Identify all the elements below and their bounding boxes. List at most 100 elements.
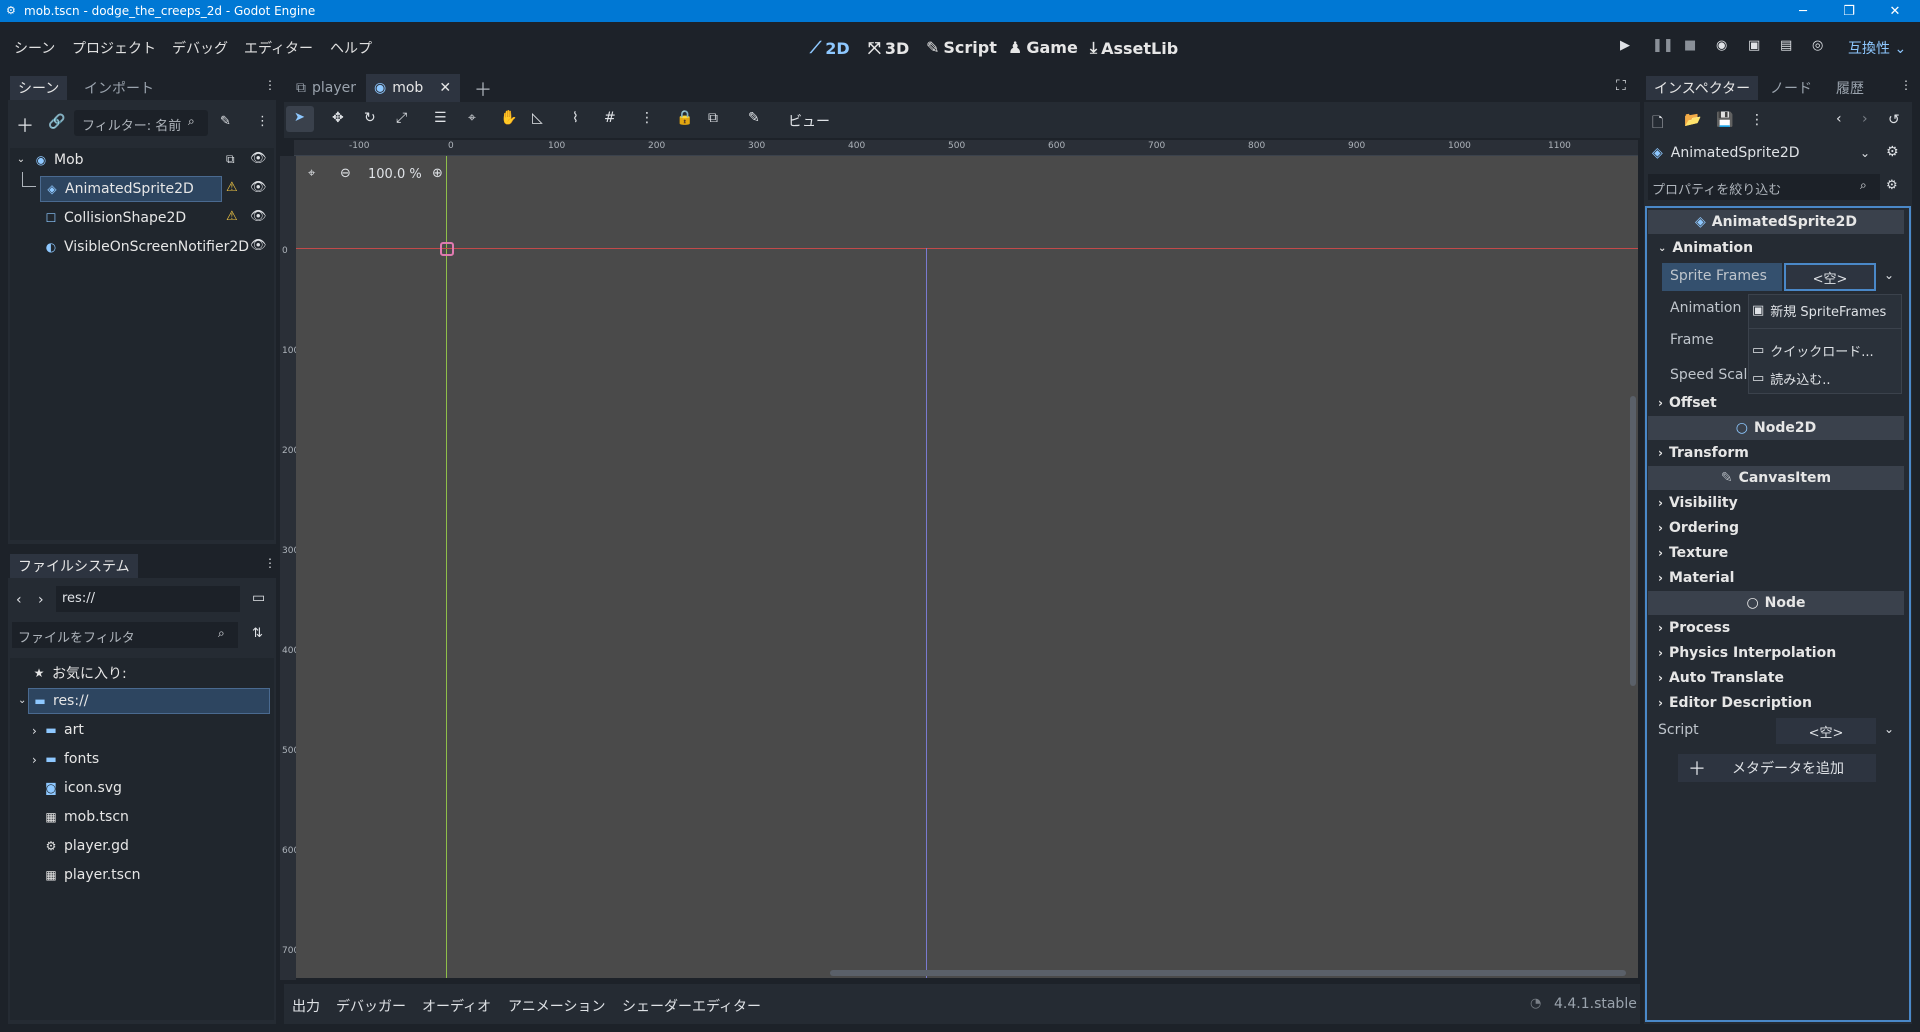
select-mode-button[interactable]: ➤	[286, 106, 314, 132]
split-view-icon[interactable]: ▭	[252, 590, 265, 606]
group-auto-translate[interactable]: › Auto Translate	[1648, 665, 1904, 691]
scale-icon[interactable]: ⤢	[396, 110, 407, 126]
forward-icon[interactable]: ›	[38, 592, 44, 608]
instance-scene-icon[interactable]: 🔗	[48, 114, 65, 130]
center-view-icon[interactable]: ⌖	[308, 166, 315, 181]
file-item-art[interactable]: ▬ art	[44, 717, 84, 743]
save-icon[interactable]: 💾	[1716, 112, 1733, 128]
warning-icon[interactable]: ⚠	[226, 180, 238, 195]
chevron-down-icon[interactable]: ⌄	[1884, 722, 1894, 736]
group-visibility[interactable]: › Visibility	[1648, 490, 1904, 516]
workspace-3d[interactable]: ⤧ 3D	[868, 38, 909, 58]
open-folder-icon[interactable]: 📂	[1684, 112, 1701, 128]
group-process[interactable]: › Process	[1648, 615, 1904, 641]
tree-node-collisionshape2d[interactable]: ☐ CollisionShape2D	[44, 205, 187, 231]
file-item-mob-tscn[interactable]: ▦ mob.tscn	[44, 804, 129, 830]
group-transform[interactable]: › Transform	[1648, 440, 1904, 466]
close-button[interactable]: ✕	[1872, 0, 1918, 22]
bottom-tab-animation[interactable]: アニメーション	[508, 996, 605, 1016]
close-tab-icon[interactable]: ✕	[439, 80, 451, 96]
chevron-down-icon[interactable]: ⌄	[14, 153, 28, 167]
dock-menu-icon[interactable]: ⋮	[264, 78, 276, 92]
script-field[interactable]: <空>	[1776, 718, 1876, 744]
history-icon[interactable]: ↺	[1888, 112, 1900, 128]
attach-script-icon[interactable]: ✎	[220, 114, 231, 129]
tab-history[interactable]: 履歴	[1836, 78, 1864, 98]
group-animation[interactable]: ⌄ Animation	[1648, 235, 1904, 261]
canvas-viewport[interactable]: ⌖ ⊖ 100.0 % ⊕	[296, 156, 1638, 978]
stop-icon[interactable]: ■	[1684, 38, 1696, 53]
bottom-tab-output[interactable]: 出力	[292, 996, 320, 1016]
tree-node-animatedsprite2d[interactable]: ◈ AnimatedSprite2D	[40, 176, 222, 202]
pivot-icon[interactable]: ⌖	[468, 110, 476, 126]
menu-help[interactable]: ヘルプ	[330, 38, 372, 58]
warning-icon[interactable]: ⚠	[226, 209, 238, 224]
grid-snap-icon[interactable]: #	[604, 110, 616, 126]
dock-menu-icon[interactable]: ⋮	[264, 556, 276, 570]
group-texture[interactable]: › Texture	[1648, 540, 1904, 566]
popup-quick-load[interactable]: ▭ クイックロード...	[1752, 338, 1900, 362]
zoom-out-icon[interactable]: ⊖	[340, 166, 351, 181]
new-resource-icon[interactable]: 🗋	[1652, 112, 1663, 136]
tab-filesystem[interactable]: ファイルシステム	[10, 554, 138, 578]
chevron-down-icon[interactable]: ⌄	[1884, 268, 1894, 282]
distraction-free-icon[interactable]: ⛶	[1616, 78, 1626, 94]
inspector-menu-icon[interactable]: ⋮	[1750, 112, 1764, 128]
popup-new-spriteframes[interactable]: ▣ 新規 SpriteFrames	[1752, 298, 1900, 322]
lock-icon[interactable]: 🔒	[676, 110, 693, 126]
popup-load[interactable]: ▭ 読み込む..	[1752, 366, 1900, 390]
tab-inspector[interactable]: インスペクター	[1646, 76, 1759, 100]
file-item-res[interactable]: ▬ res://	[28, 688, 270, 714]
chevron-down-icon[interactable]: ⌄	[18, 695, 26, 706]
play-icon[interactable]: ▶	[1620, 38, 1630, 53]
tab-import[interactable]: インポート	[84, 78, 154, 98]
visibility-eye-icon[interactable]: 👁	[250, 151, 267, 166]
bone-icon[interactable]: ✎	[748, 110, 760, 126]
workspace-2d[interactable]: ⟋ 2D	[810, 38, 850, 58]
smart-snap-icon[interactable]: ⌇	[572, 110, 579, 126]
remote-debug-icon[interactable]: ◉	[1716, 38, 1727, 53]
zoom-in-icon[interactable]: ⊕	[432, 166, 443, 181]
tree-node-visibleonscreennotifier2d[interactable]: ◐ VisibleOnScreenNotifier2D	[44, 234, 249, 260]
property-filter-input[interactable]: プロパティを絞り込む ⌕	[1648, 174, 1880, 200]
scene-menu-icon[interactable]: ⋮	[256, 114, 269, 129]
back-icon[interactable]: ‹	[16, 592, 22, 608]
group-offset[interactable]: › Offset	[1648, 390, 1904, 416]
visibility-eye-icon[interactable]: 👁	[250, 209, 267, 224]
pause-icon[interactable]: ❚❚	[1652, 38, 1674, 53]
path-input[interactable]: res://	[56, 586, 240, 612]
tab-scene[interactable]: シーン	[10, 76, 68, 100]
group-material[interactable]: › Material	[1648, 565, 1904, 591]
vertical-scrollbar[interactable]	[1630, 396, 1636, 686]
sprite-frames-field[interactable]: <空>	[1784, 263, 1876, 291]
zoom-level[interactable]: 100.0 %	[368, 167, 422, 182]
chevron-right-icon[interactable]: ›	[32, 724, 37, 738]
menu-scene[interactable]: シーン	[14, 38, 55, 58]
file-item-player-tscn[interactable]: ▦ player.tscn	[44, 862, 140, 888]
object-properties-icon[interactable]: ⚙	[1886, 144, 1899, 160]
add-node-icon[interactable]: ＋	[16, 112, 34, 138]
dock-menu-icon[interactable]: ⋮	[1900, 78, 1912, 92]
inspector-options-icon[interactable]: ⚙	[1886, 178, 1898, 193]
object-selector[interactable]: ◈ AnimatedSprite2D ⌄	[1648, 140, 1876, 166]
sort-icon[interactable]: ⇅	[252, 626, 263, 641]
bottom-tab-debugger[interactable]: デバッガー	[336, 996, 406, 1016]
visibility-eye-icon[interactable]: 👁	[250, 180, 267, 195]
movie-maker-icon[interactable]: ◎	[1812, 38, 1823, 53]
menu-debug[interactable]: デバッグ	[172, 38, 228, 58]
new-scene-tab-icon[interactable]: ＋	[474, 76, 492, 102]
tree-node-mob[interactable]: ⌄ ◉ Mob	[14, 147, 84, 173]
file-item-icon-svg[interactable]: ◙ icon.svg	[44, 775, 122, 801]
play-scene-icon[interactable]: ▣	[1748, 38, 1760, 53]
minimize-button[interactable]: ─	[1780, 0, 1826, 22]
history-back-icon[interactable]: ‹	[1836, 111, 1842, 127]
group-icon[interactable]: ⧉	[226, 152, 235, 167]
scene-tab-player[interactable]: ⧉ player	[288, 76, 364, 100]
workspace-script[interactable]: ✎ Script	[926, 38, 997, 57]
file-item-player-gd[interactable]: ⚙ player.gd	[44, 833, 129, 859]
menu-editor[interactable]: エディター	[244, 38, 313, 58]
horizontal-scrollbar[interactable]	[830, 970, 1626, 976]
renderer-select[interactable]: 互換性 ⌄	[1848, 38, 1906, 58]
add-metadata-button[interactable]: ＋ メタデータを追加	[1678, 754, 1876, 782]
group-editor-description[interactable]: › Editor Description	[1648, 690, 1904, 716]
